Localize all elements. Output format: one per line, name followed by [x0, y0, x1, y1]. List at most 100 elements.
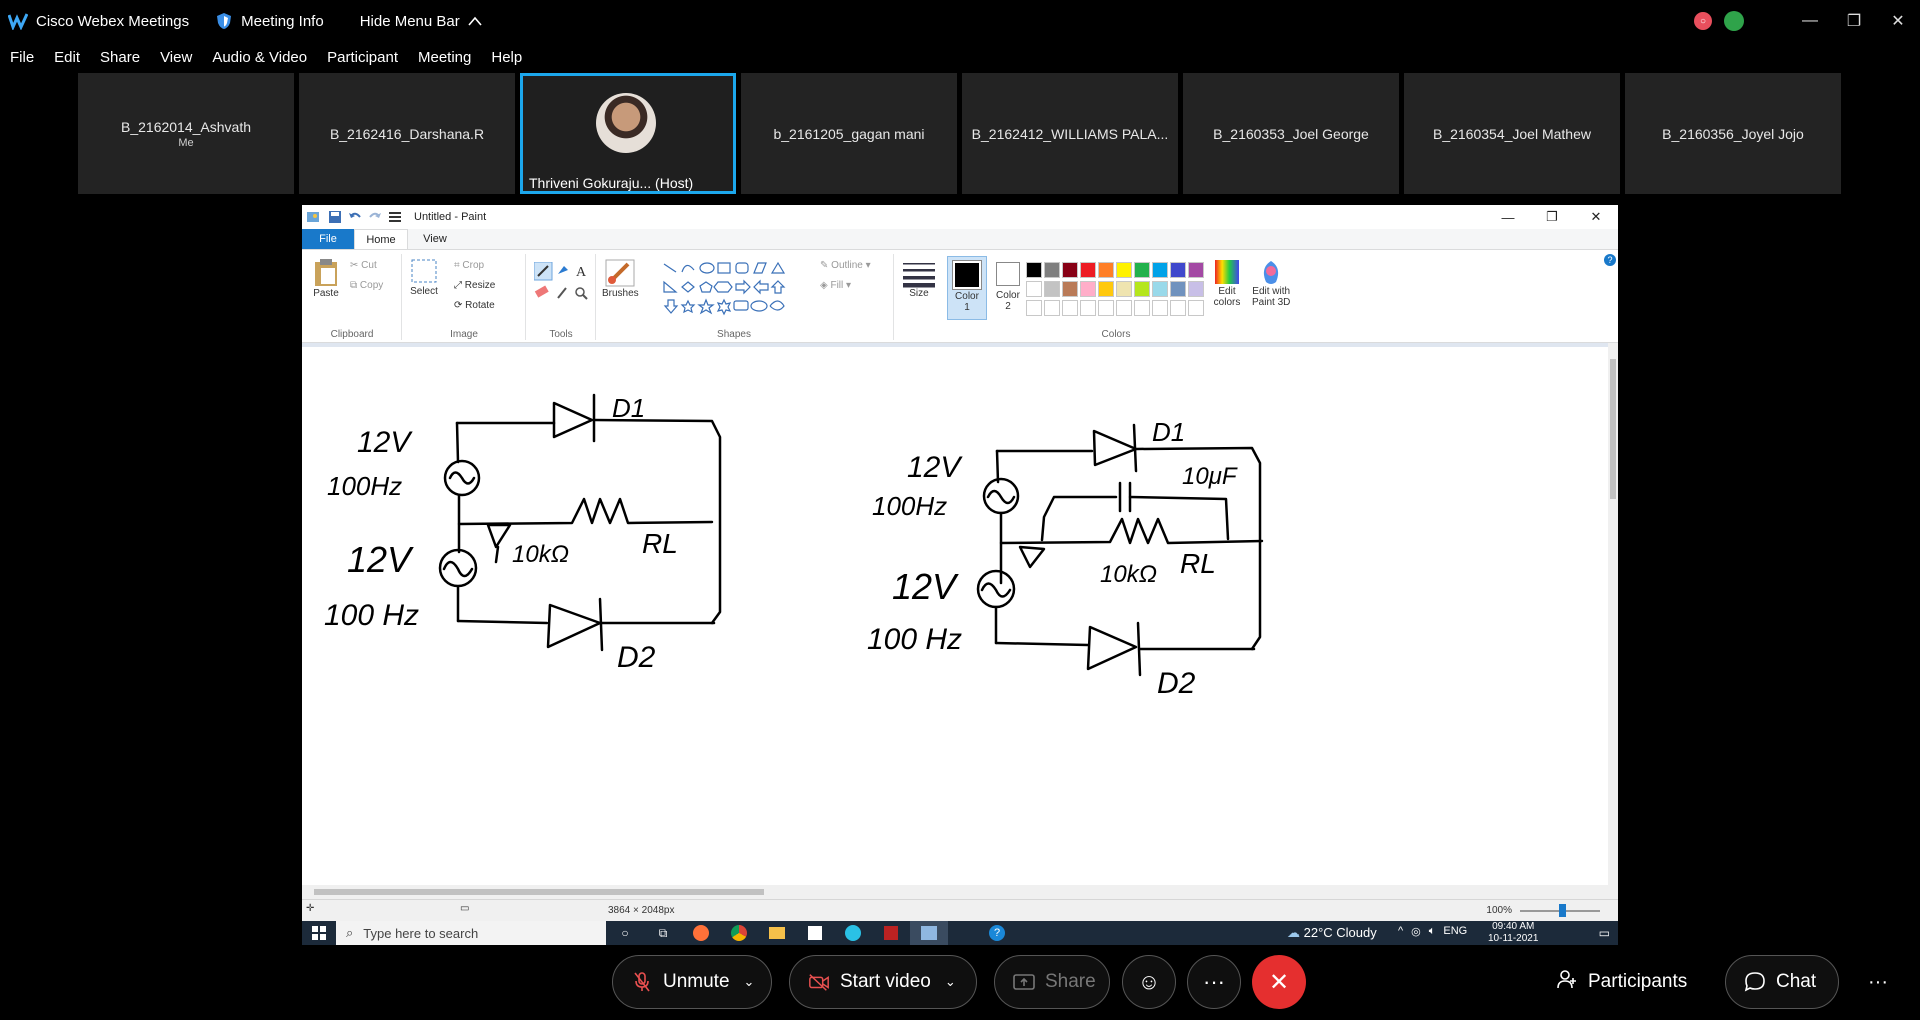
firefox-icon[interactable]	[682, 921, 720, 945]
weather-widget[interactable]: ☁ 22°C Cloudy	[1287, 925, 1377, 941]
menu-audio-video[interactable]: Audio & Video	[212, 49, 307, 66]
webex-taskbar-icon[interactable]	[834, 921, 872, 945]
network-icon[interactable]: ◎	[1411, 925, 1421, 938]
paint-restore-icon[interactable]: ❐	[1530, 205, 1574, 229]
undo-icon[interactable]	[348, 210, 362, 224]
chevron-down-icon[interactable]: ⌄	[945, 974, 956, 990]
participant-tile[interactable]: B_2162014_Ashvath Me	[78, 73, 294, 194]
participant-tile[interactable]: B_2162416_Darshana.R	[299, 73, 515, 194]
menu-help[interactable]: Help	[491, 49, 522, 66]
windows-start-icon[interactable]	[302, 921, 336, 945]
tab-home[interactable]: Home	[354, 229, 408, 249]
menu-file[interactable]: File	[10, 49, 34, 66]
color1-button[interactable]: Color 1	[947, 256, 987, 320]
crop-button[interactable]: ⌗ Crop	[454, 260, 484, 271]
share-button[interactable]: Share	[994, 955, 1110, 1009]
overflow-menu-icon[interactable]: ···	[1868, 955, 1888, 1009]
cortana-icon[interactable]: ○	[606, 921, 644, 945]
paint-canvas[interactable]: 12V 100Hz 12V 100 Hz D1 D2 10kΩ RL 12V 1…	[302, 347, 1608, 885]
save-icon[interactable]	[328, 210, 342, 224]
copy-button[interactable]: ⧉ Copy	[350, 280, 383, 291]
task-view-icon[interactable]: ⧉	[644, 921, 682, 945]
more-options-button[interactable]: ···	[1187, 955, 1241, 1009]
shapes-gallery[interactable]	[662, 260, 812, 316]
participant-tile[interactable]: B_2160353_Joel George	[1183, 73, 1399, 194]
outline-button[interactable]: ✎ Outline ▾	[820, 260, 871, 271]
shapes-group: ✎ Outline ▾ ◈ Fill ▾ Shapes	[654, 250, 894, 344]
selection-size-icon: ▭	[460, 903, 470, 914]
tab-view[interactable]: View	[408, 233, 462, 245]
restore-icon[interactable]: ❐	[1832, 3, 1876, 39]
app-icon[interactable]	[872, 921, 910, 945]
minimize-icon[interactable]: —	[1788, 3, 1832, 39]
select-button[interactable]: Select	[410, 258, 438, 297]
menu-participant[interactable]: Participant	[327, 49, 398, 66]
meeting-info-button[interactable]: Meeting Info	[215, 12, 324, 30]
notifications-icon[interactable]: ▭	[1599, 926, 1610, 940]
paint-close-icon[interactable]: ✕	[1574, 205, 1618, 229]
menu-view[interactable]: View	[160, 49, 192, 66]
menu-edit[interactable]: Edit	[54, 49, 80, 66]
store-icon[interactable]	[796, 921, 834, 945]
start-video-button[interactable]: Start video ⌄	[789, 955, 977, 1009]
close-icon[interactable]: ✕	[1876, 3, 1920, 39]
right-f1-label: 100Hz	[872, 491, 947, 521]
participant-tile[interactable]: B_2160356_Joyel Jojo	[1625, 73, 1841, 194]
volume-icon[interactable]: 🔈︎	[1429, 925, 1436, 938]
chrome-icon[interactable]	[720, 921, 758, 945]
chevron-up-icon[interactable]: ^	[1398, 925, 1403, 938]
paste-button[interactable]: Paste	[312, 258, 340, 299]
unmute-button[interactable]: Unmute ⌄	[612, 955, 772, 1009]
left-f2-label: 100 Hz	[324, 599, 419, 632]
scroll-thumb[interactable]	[314, 889, 764, 895]
resize-button[interactable]: ⤢ Resize	[454, 280, 495, 291]
size-button[interactable]: Size	[902, 260, 936, 299]
paint-taskbar-icon[interactable]	[910, 921, 948, 945]
rotate-button[interactable]: ⟳ Rotate	[454, 300, 495, 311]
vertical-scrollbar[interactable]	[1608, 343, 1618, 885]
chat-button[interactable]: Chat	[1725, 955, 1839, 1009]
reactions-button[interactable]: ☺	[1122, 955, 1176, 1009]
scroll-thumb[interactable]	[1610, 359, 1616, 499]
paste-icon	[315, 259, 337, 286]
image-dimensions: 3864 × 2048px	[608, 905, 675, 916]
paint-minimize-icon[interactable]: —	[1486, 205, 1530, 229]
recording-status-icon[interactable]: ○	[1694, 12, 1712, 30]
tab-file[interactable]: File	[302, 229, 354, 249]
customize-toolbar-icon[interactable]	[388, 210, 404, 224]
select-icon	[411, 259, 437, 283]
paint-ribbon: Paste ✂ Cut ⧉ Copy Clipboard Select ⌗ Cr…	[302, 249, 1618, 343]
horizontal-scrollbar[interactable]	[302, 885, 1618, 899]
cut-button[interactable]: ✂ Cut	[350, 260, 377, 271]
participant-tile-host[interactable]: Thriveni Gokuraju... (Host)	[520, 73, 736, 194]
brushes-button[interactable]: Brushes	[602, 258, 639, 299]
help-icon[interactable]: ?	[1604, 254, 1616, 266]
edit-paint3d-button[interactable]: Edit with Paint 3D	[1252, 258, 1290, 308]
taskbar-clock[interactable]: 09:40 AM 10-11-2021	[1488, 921, 1538, 945]
edit-colors-button[interactable]: Edit colors	[1212, 258, 1242, 308]
participant-tile[interactable]: b_2161205_gagan mani	[741, 73, 957, 194]
chevron-down-icon[interactable]: ⌄	[744, 974, 755, 990]
redo-icon[interactable]	[368, 210, 382, 224]
tools-icons[interactable]: A	[534, 262, 592, 304]
color2-button[interactable]: Color 2	[990, 256, 1026, 320]
right-rl-label: RL	[1180, 548, 1216, 579]
participant-tile[interactable]: B_2160354_Joel Mathew	[1404, 73, 1620, 194]
menu-meeting[interactable]: Meeting	[418, 49, 471, 66]
help-taskbar-icon[interactable]: ?	[978, 921, 1016, 945]
zoom-slider-thumb[interactable]	[1559, 904, 1566, 917]
copy-label: Copy	[359, 280, 384, 291]
hide-menu-bar-button[interactable]: Hide Menu Bar	[360, 13, 482, 30]
network-health-icon[interactable]	[1724, 11, 1744, 31]
file-explorer-icon[interactable]	[758, 921, 796, 945]
language-indicator[interactable]: ENG	[1443, 925, 1467, 938]
end-meeting-button[interactable]: ✕	[1252, 955, 1306, 1009]
size-label: Size	[909, 288, 929, 299]
start-video-label: Start video	[840, 971, 931, 992]
fill-button[interactable]: ◈ Fill ▾	[820, 280, 851, 291]
paint-window-title: Untitled - Paint	[414, 211, 487, 223]
menu-share[interactable]: Share	[100, 49, 140, 66]
taskbar-search-box[interactable]: ⌕ Type here to search	[336, 921, 606, 945]
participant-tile[interactable]: B_2162412_WILLIAMS PALA...	[962, 73, 1178, 194]
participants-button[interactable]: Participants	[1556, 955, 1687, 1009]
